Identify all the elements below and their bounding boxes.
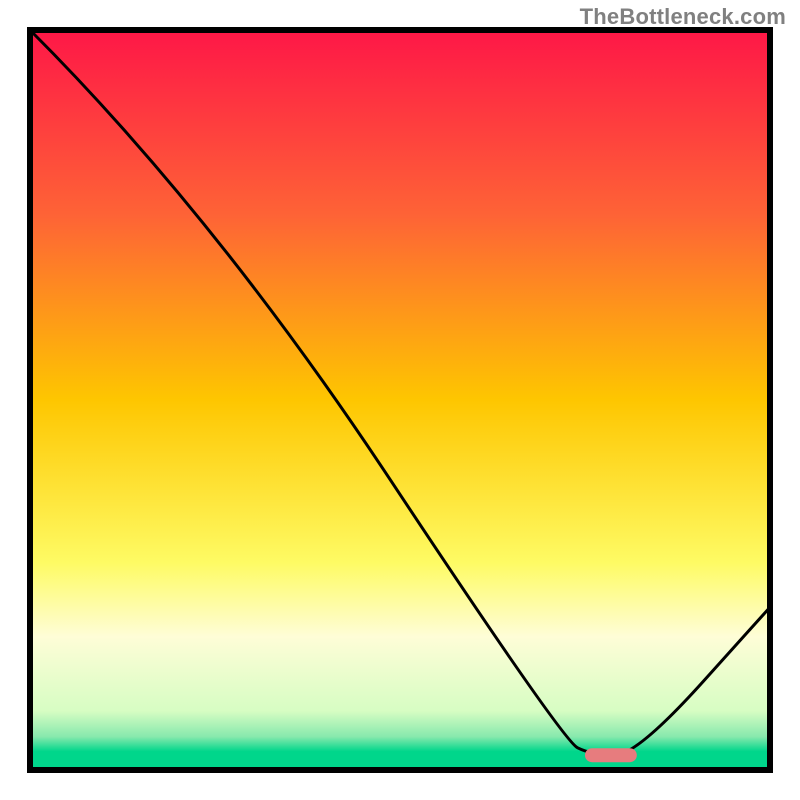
bottleneck-chart <box>0 0 800 800</box>
plot-area <box>30 30 770 770</box>
chart-container: TheBottleneck.com <box>0 0 800 800</box>
optimal-marker <box>585 748 637 762</box>
watermark-text: TheBottleneck.com <box>580 4 786 30</box>
